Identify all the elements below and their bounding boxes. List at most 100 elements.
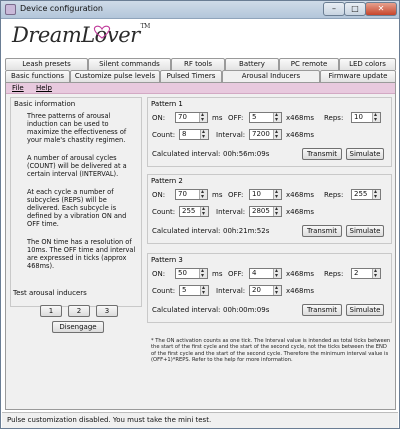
spin-icon[interactable] (273, 204, 281, 218)
pattern-1-reps-input[interactable]: 10 (351, 110, 381, 124)
close-button[interactable]: ✕ (365, 2, 397, 16)
count-label: Count: (152, 208, 176, 216)
tab-leash-presets[interactable]: Leash presets (5, 58, 88, 70)
disengage-button[interactable]: Disengage (52, 321, 104, 333)
arousal-inducers-panel: File Help Basic information Three patter… (5, 82, 396, 410)
spin-icon[interactable] (273, 187, 281, 201)
pattern-1-interval-input[interactable]: 7200 (249, 127, 282, 141)
pattern-1-off-input[interactable]: 5 (249, 110, 282, 124)
pattern-1-count-input[interactable]: 8 (179, 127, 209, 141)
off-label: OFF: (228, 270, 244, 278)
pattern-2-group: Pattern 2 ON: 70 ms OFF: 10 x468ms Reps:… (147, 174, 392, 244)
app-icon (5, 4, 16, 15)
maximize-button[interactable]: □ (344, 2, 366, 16)
spin-icon[interactable] (273, 283, 281, 297)
pattern-2-on-input[interactable]: 70 (175, 187, 208, 201)
help-footnote: * The ON activation counts as one tick. … (151, 338, 391, 364)
pattern-3-count-input[interactable]: 5 (179, 283, 209, 297)
pattern-2-off-input[interactable]: 10 (249, 187, 282, 201)
spin-icon[interactable] (199, 266, 207, 280)
spin-icon[interactable] (199, 110, 207, 124)
ms-label: ms (212, 191, 223, 199)
interval-label: Interval: (216, 287, 246, 295)
pattern-2-simulate-button[interactable]: Simulate (346, 225, 384, 237)
on-label: ON: (152, 114, 166, 122)
test-arousal-inducers-group: Test arousal inducers 1 2 3 Disengage (10, 289, 142, 339)
pattern-1-calculated-interval: 00h:56m:09s (223, 150, 270, 158)
tab-pc-remote[interactable]: PC remote (279, 58, 339, 70)
spin-icon[interactable] (273, 266, 281, 280)
test-2-button[interactable]: 2 (68, 305, 90, 317)
logo-area: DreamLoverTM (2, 19, 398, 59)
spin-icon[interactable] (200, 204, 208, 218)
tab-led-colors[interactable]: LED colors (339, 58, 396, 70)
test-1-button[interactable]: 1 (40, 305, 62, 317)
menu-file[interactable]: File (12, 84, 24, 92)
on-label: ON: (152, 270, 166, 278)
pattern-2-count-input[interactable]: 255 (179, 204, 209, 218)
tab-silent-commands[interactable]: Silent commands (88, 58, 171, 70)
pattern-3-off-input[interactable]: 4 (249, 266, 282, 280)
spin-icon[interactable] (273, 110, 281, 124)
info-paragraph-1: Three patterns of arousal induction can … (27, 112, 127, 144)
unit-label: x468ms (286, 131, 314, 139)
calculated-interval-label: Calculated interval: (152, 306, 221, 314)
info-paragraph-3: At each cycle a number of subcycles (REP… (27, 188, 127, 228)
spin-icon[interactable] (372, 187, 380, 201)
pattern-2-interval-input[interactable]: 2805 (249, 204, 282, 218)
calculated-interval-label: Calculated interval: (152, 227, 221, 235)
off-label: OFF: (228, 114, 244, 122)
pattern-1-group: Pattern 1 ON: 70 ms OFF: 5 x468ms Reps: … (147, 97, 392, 167)
unit-label: x468ms (286, 270, 314, 278)
title-bar[interactable]: Device configuration – □ ✕ (1, 1, 399, 19)
minimize-button[interactable]: – (323, 2, 345, 16)
menu-bar: File Help (6, 83, 395, 94)
spin-icon[interactable] (200, 283, 208, 297)
window-title: Device configuration (20, 4, 103, 13)
pattern-3-reps-input[interactable]: 2 (351, 266, 381, 280)
spin-icon[interactable] (273, 127, 281, 141)
tabs-row-2: Basic functions Customize pulse levels P… (5, 70, 396, 82)
pattern-3-title: Pattern 3 (151, 256, 183, 264)
test-arousal-inducers-title: Test arousal inducers (13, 289, 87, 297)
pattern-2-reps-input[interactable]: 255 (351, 187, 381, 201)
test-3-button[interactable]: 3 (96, 305, 118, 317)
pattern-3-simulate-button[interactable]: Simulate (346, 304, 384, 316)
pattern-3-calculated-interval: 00h:00m:09s (223, 306, 270, 314)
heart-logo-icon (93, 25, 111, 39)
pattern-1-simulate-button[interactable]: Simulate (346, 148, 384, 160)
tab-customize-pulse-levels[interactable]: Customize pulse levels (70, 70, 160, 82)
spin-icon[interactable] (372, 110, 380, 124)
status-bar: Pulse customization disabled. You must t… (2, 412, 398, 428)
pattern-2-calculated-interval: 00h:21m:52s (223, 227, 270, 235)
spin-icon[interactable] (199, 187, 207, 201)
pattern-3-interval-input[interactable]: 20 (249, 283, 282, 297)
spin-icon[interactable] (372, 266, 380, 280)
unit-label: x468ms (286, 287, 314, 295)
unit-label: x468ms (286, 208, 314, 216)
tab-firmware-update[interactable]: Firmware update (320, 70, 396, 82)
menu-help[interactable]: Help (36, 84, 52, 92)
pattern-3-transmit-button[interactable]: Transmit (302, 304, 342, 316)
interval-label: Interval: (216, 208, 246, 216)
tab-pulsed-timers[interactable]: Pulsed Timers (160, 70, 222, 82)
spin-icon[interactable] (200, 127, 208, 141)
unit-label: x468ms (286, 191, 314, 199)
tab-basic-functions[interactable]: Basic functions (5, 70, 70, 82)
pattern-1-on-input[interactable]: 70 (175, 110, 208, 124)
on-label: ON: (152, 191, 166, 199)
tab-rf-tools[interactable]: RF tools (171, 58, 225, 70)
device-config-window: Device configuration – □ ✕ DreamLoverTM … (0, 0, 400, 429)
basic-information-title: Basic information (14, 100, 76, 108)
off-label: OFF: (228, 191, 244, 199)
pattern-2-title: Pattern 2 (151, 177, 183, 185)
count-label: Count: (152, 131, 176, 139)
tab-arousal-inducers[interactable]: Arousal Inducers (222, 70, 320, 82)
pattern-1-title: Pattern 1 (151, 100, 183, 108)
pattern-1-transmit-button[interactable]: Transmit (302, 148, 342, 160)
reps-label: Reps: (324, 191, 344, 199)
pattern-2-transmit-button[interactable]: Transmit (302, 225, 342, 237)
tabs-row-1: Leash presets Silent commands RF tools B… (5, 58, 396, 70)
pattern-3-on-input[interactable]: 50 (175, 266, 208, 280)
tab-battery[interactable]: Battery (225, 58, 279, 70)
